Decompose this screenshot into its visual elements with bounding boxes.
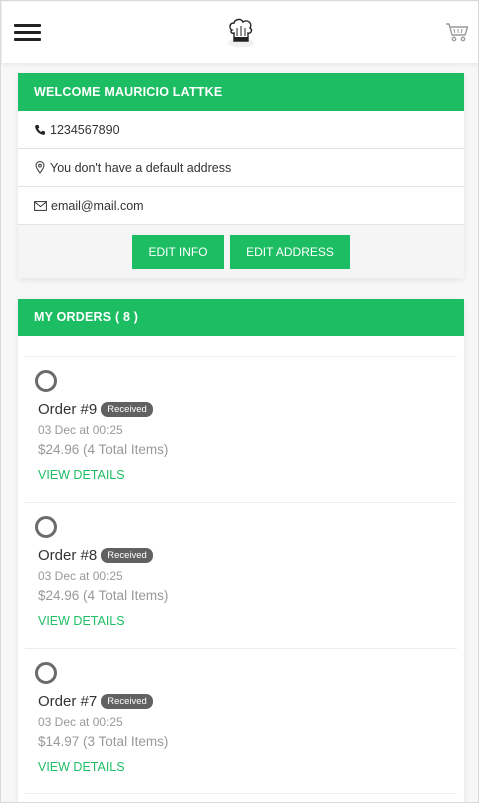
order-item: Order #7 Received 03 Dec at 00:25 $14.97… (25, 648, 457, 794)
profile-title: WELCOME MAURICIO LATTKE (18, 73, 464, 111)
address-text: You don't have a default address (50, 160, 232, 175)
envelope-icon (34, 200, 47, 211)
orders-card: MY ORDERS ( 8 ) Order #9 Received 03 Dec… (18, 299, 464, 802)
order-number: Order #7 (38, 693, 98, 710)
order-status-circle-icon (35, 370, 57, 392)
order-number: Order #9 (38, 401, 98, 418)
email-row: email@mail.com (18, 187, 464, 225)
status-badge: Received (101, 548, 153, 563)
profile-actions: EDIT INFO EDIT ADDRESS (18, 225, 464, 278)
order-item: Order #9 Received 03 Dec at 00:25 $24.96… (25, 356, 457, 502)
order-item: Order #8 Received 03 Dec at 00:25 $24.96… (25, 502, 457, 648)
email-text: email@mail.com (51, 198, 144, 213)
order-date: 03 Dec at 00:25 (38, 569, 123, 583)
view-details-link[interactable]: VIEW DETAILS (38, 468, 125, 482)
order-number: Order #8 (38, 547, 98, 564)
top-bar (2, 2, 478, 63)
phone-icon (35, 124, 45, 135)
phone-number: 1234567890 (50, 122, 120, 137)
order-price: $24.96 (4 Total Items) (38, 588, 169, 603)
phone-row: 1234567890 (18, 111, 464, 149)
hamburger-menu-icon[interactable] (14, 22, 41, 42)
edit-info-button[interactable]: EDIT INFO (132, 234, 224, 269)
order-status-circle-icon (35, 516, 57, 538)
order-price: $14.97 (3 Total Items) (38, 734, 169, 749)
order-title: Order #8 Received (38, 547, 153, 564)
profile-card: WELCOME MAURICIO LATTKE 1234567890 You d… (18, 73, 464, 278)
order-date: 03 Dec at 00:25 (38, 423, 123, 437)
edit-address-button[interactable]: EDIT ADDRESS (230, 234, 350, 269)
order-price: $24.96 (4 Total Items) (38, 442, 169, 457)
address-row: You don't have a default address (18, 149, 464, 187)
view-details-link[interactable]: VIEW DETAILS (38, 760, 125, 774)
orders-title: MY ORDERS ( 8 ) (18, 299, 464, 336)
view-details-link[interactable]: VIEW DETAILS (38, 614, 125, 628)
status-badge: Received (101, 402, 153, 417)
order-status-circle-icon (35, 662, 57, 684)
order-date: 03 Dec at 00:25 (38, 715, 123, 729)
order-title: Order #9 Received (38, 401, 153, 418)
order-title: Order #7 Received (38, 693, 153, 710)
status-badge: Received (101, 694, 153, 709)
chef-hat-logo[interactable] (224, 16, 258, 50)
shopping-cart-icon[interactable] (445, 21, 469, 43)
location-pin-icon (35, 161, 45, 174)
orders-list: Order #9 Received 03 Dec at 00:25 $24.96… (18, 356, 464, 794)
page: WELCOME MAURICIO LATTKE 1234567890 You d… (0, 0, 479, 803)
